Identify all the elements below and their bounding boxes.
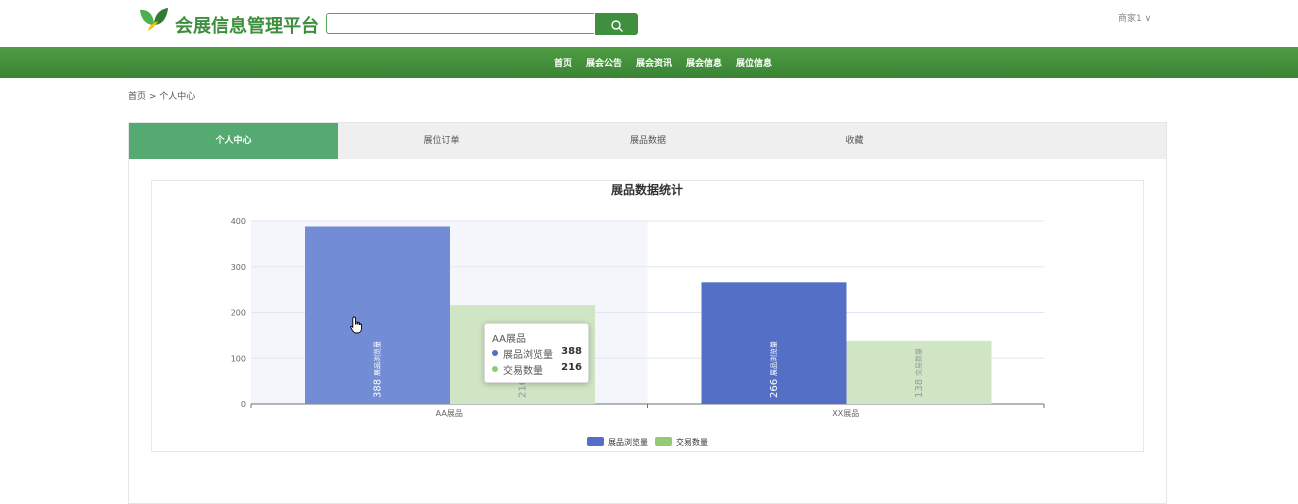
bar-value-label: 388 [373, 379, 384, 398]
bar [305, 226, 450, 404]
bar-value-label: 266 [769, 379, 780, 398]
breadcrumb: 首页 > 个人中心 [128, 92, 196, 102]
legend-swatch [587, 437, 604, 446]
tab-personal-center[interactable]: 个人中心 [129, 123, 338, 159]
y-tick-label: 100 [231, 354, 246, 363]
nav-item[interactable]: 展位信息 [729, 56, 779, 69]
chart-tooltip: AA展品 展品浏览量 388 交易数量 216 [484, 323, 589, 383]
legend-label: 交易数量 [676, 437, 708, 447]
user-menu[interactable]: 商家1 ∨ [1118, 11, 1151, 24]
y-tick-label: 300 [231, 263, 246, 272]
nav-item[interactable]: 首页 [547, 56, 579, 69]
hand-cursor-icon [350, 316, 362, 334]
tab-favorites[interactable]: 收藏 [751, 123, 958, 159]
nav-item[interactable]: 展会公告 [579, 56, 629, 69]
y-tick-label: 400 [231, 217, 246, 226]
tooltip-series-name: 交易数量 [503, 366, 543, 377]
search-icon [610, 20, 623, 32]
chart-container: 0 100 200 300 400 展品数据统计 388 展品浏览量 216 交易数量 AA展品 26… [151, 180, 1144, 452]
nav-item[interactable]: 展会资讯 [629, 56, 679, 69]
bar-series-label: 展品浏览量 [373, 341, 382, 376]
bar-chart[interactable]: 0 100 200 300 400 展品数据统计 388 展品浏览量 216 交易数量 AA展品 26… [152, 181, 1143, 451]
y-tick-label: 0 [241, 400, 246, 409]
series-dot-icon [492, 350, 498, 356]
x-tick-label: AA展品 [436, 409, 463, 418]
search-button[interactable] [595, 13, 638, 35]
tooltip-row: 展品浏览量 388 [492, 346, 582, 361]
main-nav: 首页 展会公告 展会资讯 展会信息 展位信息 [0, 47, 1298, 78]
top-header: 会展信息管理平台 商家1 ∨ [0, 0, 1298, 47]
tab-booth-orders[interactable]: 展位订单 [338, 123, 545, 159]
bar-value-label: 138 [914, 379, 925, 398]
bar-series-label: 展品浏览量 [769, 341, 778, 376]
tooltip-row: 交易数量 216 [492, 362, 582, 377]
search-input[interactable] [326, 13, 594, 34]
tooltip-series-value: 216 [561, 362, 582, 373]
content-panel: 个人中心 展位订单 展品数据 收藏 0 100 200 300 400 展品数据统计 388… [128, 122, 1167, 504]
tab-exhibit-data[interactable]: 展品数据 [545, 123, 751, 159]
tooltip-title: AA展品 [492, 334, 526, 345]
tooltip-series-name: 展品浏览量 [503, 350, 553, 361]
legend-label: 展品浏览量 [608, 437, 648, 447]
site-title: 会展信息管理平台 [175, 16, 319, 37]
leaf-logo-icon [140, 8, 168, 31]
legend-swatch [655, 437, 672, 446]
series-dot-icon [492, 366, 498, 372]
y-tick-label: 200 [231, 309, 246, 318]
bar-series-label: 交易数量 [914, 348, 923, 376]
x-tick-label: XX展品 [832, 409, 859, 418]
tab-bar: 个人中心 展位订单 展品数据 收藏 [129, 123, 1166, 159]
tooltip-series-value: 388 [561, 346, 582, 357]
nav-item[interactable]: 展会信息 [679, 56, 729, 69]
chart-title: 展品数据统计 [611, 182, 683, 197]
